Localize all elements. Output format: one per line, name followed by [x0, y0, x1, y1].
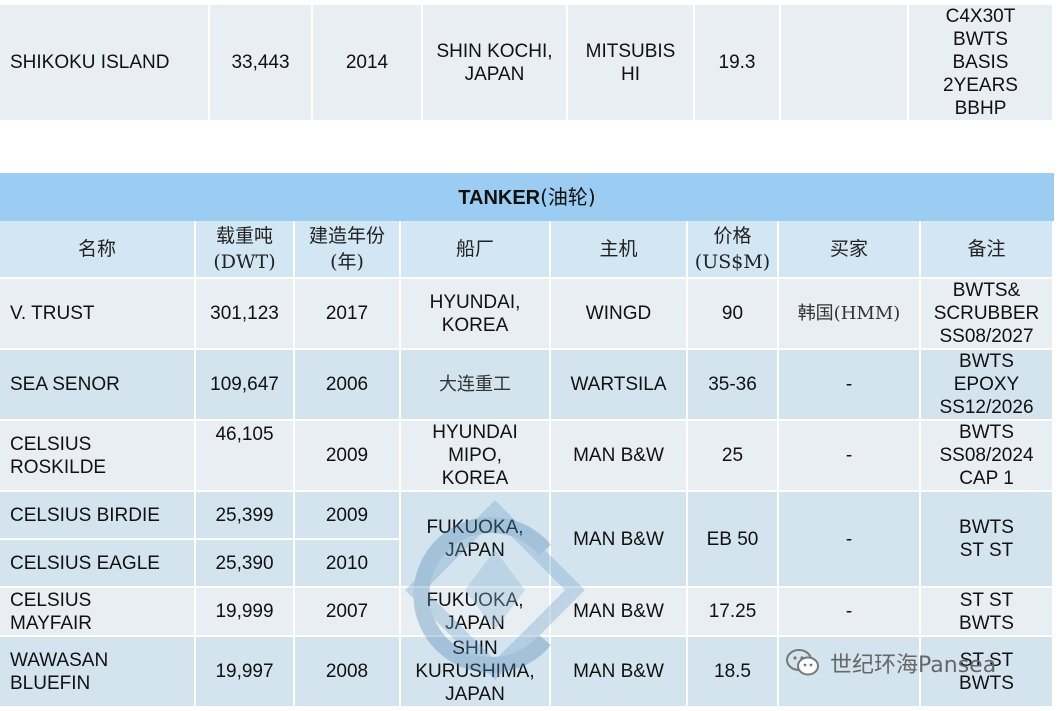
vessel-name: WAWASAN BLUEFIN — [0, 637, 196, 708]
dwt-cell: 301,123 — [196, 279, 295, 350]
yard-cell: FUKUOKA, JAPAN — [401, 588, 551, 637]
year-cell: 2007 — [295, 588, 401, 637]
buyer-cell: - — [779, 588, 921, 637]
price-cell: EB 50 — [688, 492, 779, 588]
engine-cell: MAN B&W — [551, 421, 688, 492]
vessel-name: SHIKOKU ISLAND — [0, 5, 210, 122]
header-dwt: 载重吨 (DWT) — [196, 221, 295, 279]
vessel-name: CELSIUS MAYFAIR — [0, 588, 196, 637]
price-cell: 35-36 — [688, 350, 779, 421]
section-title: TANKER(油轮) — [0, 173, 1054, 221]
dwt-cell: 19,997 — [196, 637, 295, 708]
header-engine: 主机 — [551, 221, 688, 279]
buyer-cell: - — [779, 350, 921, 421]
yard-cell: FUKUOKA, JAPAN — [401, 492, 551, 588]
year-cell: 2009 — [295, 492, 401, 540]
engine-cell: WINGD — [551, 279, 688, 350]
vessel-name: CELSIUS ROSKILDE — [0, 421, 196, 492]
dwt-cell: 46,105 — [196, 421, 295, 492]
vessel-name: CELSIUS BIRDIE — [0, 492, 196, 540]
yard-cell: 大连重工 — [401, 350, 551, 421]
engine-cell: MAN B&W — [551, 492, 688, 588]
table-row: SHIKOKU ISLAND 33,443 2014 SHIN KOCHI, J… — [0, 5, 1054, 122]
dwt-cell: 19,999 — [196, 588, 295, 637]
yard-cell: HYUNDAI, KOREA — [401, 279, 551, 350]
dwt-cell: 25,390 — [196, 540, 295, 588]
buyer-cell — [781, 5, 909, 122]
engine-cell: MAN B&W — [551, 637, 688, 708]
year-cell: 2008 — [295, 637, 401, 708]
year-cell: 2017 — [295, 279, 401, 350]
engine-cell: WARTSILA — [551, 350, 688, 421]
remarks-cell: BWTS EPOXY SS12/2026 — [921, 350, 1054, 421]
yard-cell: SHIN KOCHI, JAPAN — [423, 5, 568, 122]
table-row: SEA SENOR 109,647 2006 大连重工 WARTSILA 35-… — [0, 350, 1054, 421]
price-cell: 18.5 — [688, 637, 779, 708]
vessel-name: SEA SENOR — [0, 350, 196, 421]
buyer-cell: - — [779, 421, 921, 492]
header-row: 名称 载重吨 (DWT) 建造年份 (年) 船厂 主机 价格 (US$M) 买家… — [0, 221, 1054, 279]
header-name: 名称 — [0, 221, 196, 279]
yard-cell: SHIN KURUSHIMA, JAPAN — [401, 637, 551, 708]
tanker-table: 名称 载重吨 (DWT) 建造年份 (年) 船厂 主机 价格 (US$M) 买家… — [0, 221, 1054, 708]
remarks-cell: BWTS& SCRUBBER SS08/2027 — [921, 279, 1054, 350]
previous-section-table: SHIKOKU ISLAND 33,443 2014 SHIN KOCHI, J… — [0, 5, 1054, 122]
table-row: CELSIUS ROSKILDE 46,105 2009 HYUNDAI MIP… — [0, 421, 1054, 492]
wechat-icon — [786, 649, 819, 676]
header-price: 价格 (US$M) — [688, 221, 779, 279]
buyer-cell: 韩国(HMM) — [779, 279, 921, 350]
dwt-cell: 109,647 — [196, 350, 295, 421]
wechat-source-tag: 世纪环海Pansea — [786, 645, 996, 681]
dwt-cell: 25,399 — [196, 492, 295, 540]
header-yard: 船厂 — [401, 221, 551, 279]
section-title-en: TANKER — [458, 187, 541, 209]
yard-cell: HYUNDAI MIPO, KOREA — [401, 421, 551, 492]
table-row: V. TRUST 301,123 2017 HYUNDAI, KOREA WIN… — [0, 279, 1054, 350]
remarks-cell: ST ST BWTS — [921, 588, 1054, 637]
vessel-name: CELSIUS EAGLE — [0, 540, 196, 588]
year-cell: 2009 — [295, 421, 401, 492]
year-cell: 2006 — [295, 350, 401, 421]
year-cell: 2010 — [295, 540, 401, 588]
wechat-account-name: 世纪环海Pansea — [830, 653, 997, 678]
header-year: 建造年份 (年) — [295, 221, 401, 279]
table-row: CELSIUS MAYFAIR 19,999 2007 FUKUOKA, JAP… — [0, 588, 1054, 637]
price-cell: 25 — [688, 421, 779, 492]
price-cell: 90 — [688, 279, 779, 350]
price-cell: 19.3 — [695, 5, 781, 122]
header-remarks: 备注 — [921, 221, 1054, 279]
table-row: CELSIUS BIRDIE 25,399 2009 FUKUOKA, JAPA… — [0, 492, 1054, 588]
year-cell: 2014 — [313, 5, 423, 122]
header-buyer: 买家 — [779, 221, 921, 279]
remarks-cell: BWTS SS08/2024 CAP 1 — [921, 421, 1054, 492]
engine-cell: MAN B&W — [551, 588, 688, 637]
buyer-cell: - — [779, 492, 921, 588]
remarks-cell: C4X30T BWTS BASIS 2YEARS BBHP — [909, 5, 1054, 122]
price-cell: 17.25 — [688, 588, 779, 637]
remarks-cell: BWTS ST ST — [921, 492, 1054, 588]
section-title-cn: (油轮) — [540, 185, 596, 209]
engine-cell: MITSUBIS HI — [568, 5, 695, 122]
dwt-cell: 33,443 — [210, 5, 313, 122]
vessel-name: V. TRUST — [0, 279, 196, 350]
